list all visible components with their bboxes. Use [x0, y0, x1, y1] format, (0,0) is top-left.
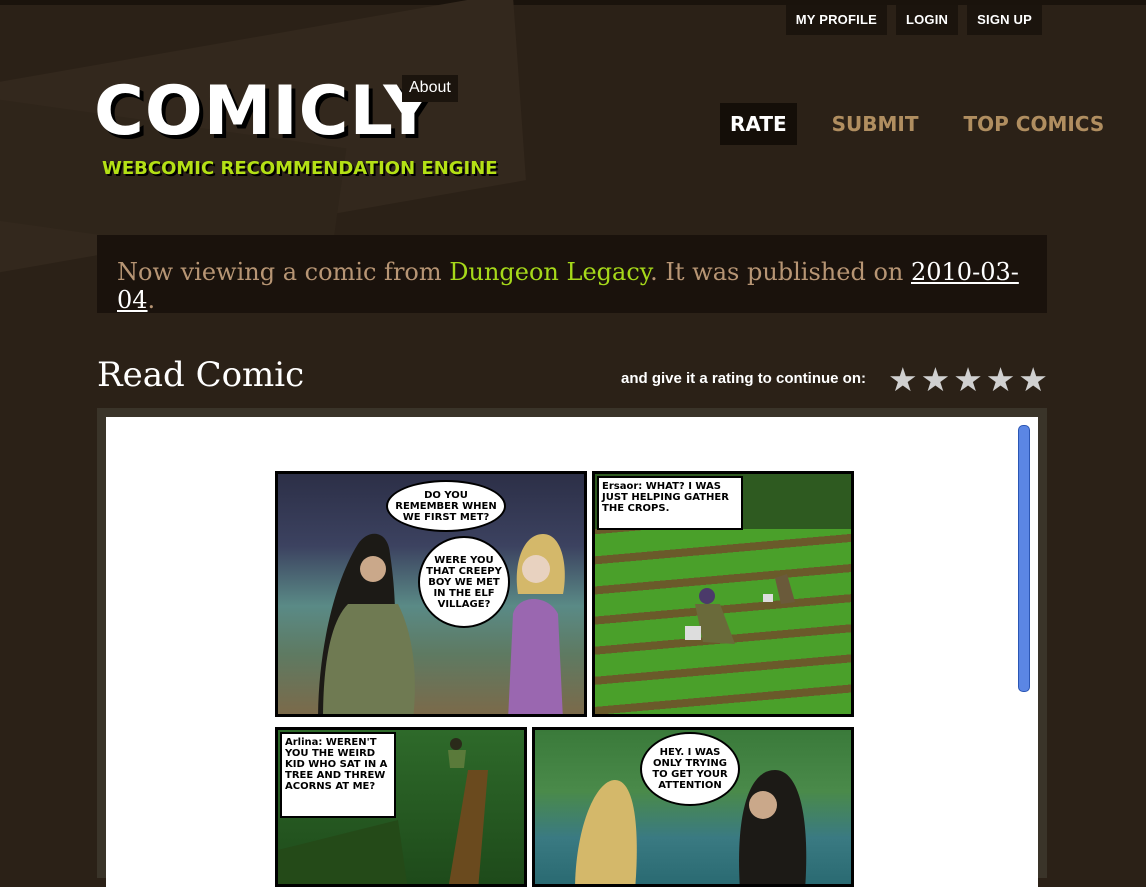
star-2-icon[interactable]: ★	[921, 363, 951, 396]
comic-panel-2: Ersaor: WHAT? I WAS JUST HELPING GATHER …	[592, 471, 854, 717]
info-prefix: Now viewing a comic from	[117, 258, 450, 286]
login-link[interactable]: LOGIN	[895, 5, 959, 35]
comic-frame: DO YOU REMEMBER WHEN WE FIRST MET? WERE …	[97, 408, 1047, 887]
scrollbar[interactable]	[1018, 425, 1030, 692]
comic-panel-3: Arlina: WEREN'T YOU THE WEIRD KID WHO SA…	[275, 727, 527, 887]
comic-title-link[interactable]: Dungeon Legacy	[449, 258, 650, 286]
rating-prompt: and give it a rating to continue on:	[621, 370, 867, 387]
nav-top-comics[interactable]: TOP COMICS	[954, 103, 1115, 145]
panel-caption: Ersaor: WHAT? I WAS JUST HELPING GATHER …	[597, 476, 743, 530]
site-tagline: WEBCOMIC RECOMMENDATION ENGINE	[102, 158, 498, 179]
comic-panel-1: DO YOU REMEMBER WHEN WE FIRST MET? WERE …	[275, 471, 587, 717]
top-nav: MY PROFILE LOGIN SIGN UP	[785, 5, 1042, 35]
star-5-icon[interactable]: ★	[1018, 363, 1048, 396]
star-3-icon[interactable]: ★	[953, 363, 983, 396]
speech-bubble: HEY. I WAS ONLY TRYING TO GET YOUR ATTEN…	[640, 732, 740, 806]
star-4-icon[interactable]: ★	[986, 363, 1016, 396]
about-link[interactable]: About	[402, 75, 458, 102]
site-logo[interactable]: COMICLY	[94, 78, 434, 146]
my-profile-link[interactable]: MY PROFILE	[785, 5, 887, 35]
comic-info-banner: Now viewing a comic from Dungeon Legacy.…	[97, 235, 1047, 314]
sign-up-link[interactable]: SIGN UP	[967, 5, 1042, 35]
comic-panel-4: HEY. I WAS ONLY TRYING TO GET YOUR ATTEN…	[532, 727, 854, 887]
comic-viewport[interactable]: DO YOU REMEMBER WHEN WE FIRST MET? WERE …	[106, 417, 1038, 887]
star-1-icon[interactable]: ★	[888, 363, 918, 396]
speech-bubble: WERE YOU THAT CREEPY BOY WE MET IN THE E…	[418, 536, 510, 628]
main-nav: RATE SUBMIT TOP COMICS	[720, 103, 1114, 145]
info-middle: . It was published on	[650, 258, 911, 286]
speech-bubble: DO YOU REMEMBER WHEN WE FIRST MET?	[386, 480, 506, 532]
info-suffix: .	[147, 286, 156, 314]
rating-stars: ★ ★ ★ ★ ★	[888, 363, 1048, 396]
panel-caption: Arlina: WEREN'T YOU THE WEIRD KID WHO SA…	[280, 732, 396, 818]
read-comic-heading: Read Comic	[97, 355, 305, 395]
nav-submit[interactable]: SUBMIT	[822, 103, 929, 145]
nav-rate[interactable]: RATE	[720, 103, 797, 145]
